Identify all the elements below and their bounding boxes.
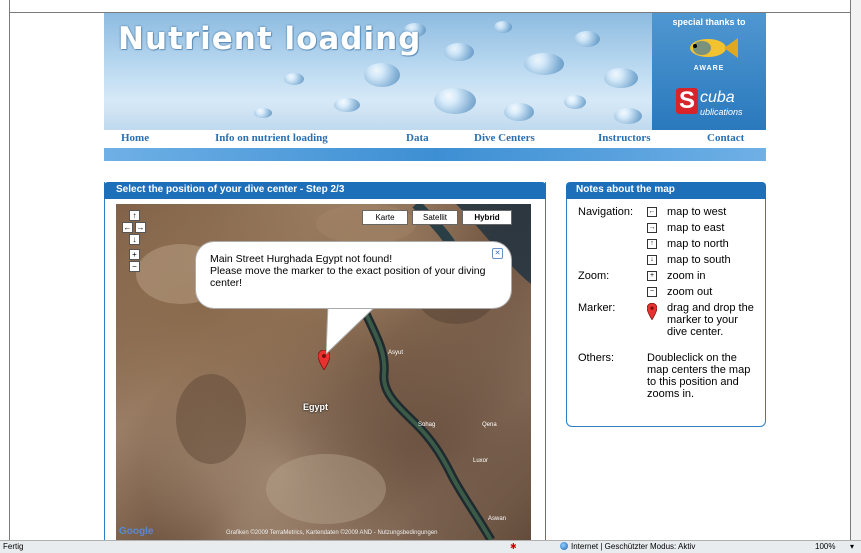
water-drop <box>494 21 512 33</box>
security-zone-text[interactable]: Internet | Geschützter Modus: Aktiv <box>571 542 695 551</box>
sponsor-box: special thanks to AWARE S cuba ublicatio… <box>652 13 766 130</box>
pan-south-icon[interactable]: ↓ <box>129 234 140 245</box>
nav-contact[interactable]: Contact <box>707 132 744 144</box>
nav-home[interactable]: Home <box>121 132 149 144</box>
note-map-west: map to west <box>667 206 727 218</box>
note-map-south: map to south <box>667 254 731 266</box>
notes-panel-header: Notes about the map <box>566 182 766 199</box>
water-drop <box>284 73 304 85</box>
zoom-in-icon[interactable]: + <box>129 249 140 260</box>
water-drop <box>604 68 638 88</box>
maptype-hybrid-button[interactable]: Hybrid <box>462 210 512 225</box>
note-zoom-out: zoom out <box>667 286 713 298</box>
others-label: Others: <box>578 352 615 364</box>
status-text: Fertig <box>3 542 24 551</box>
water-drop <box>434 88 476 114</box>
city-label: Aswan <box>488 516 507 522</box>
plus-icon: + <box>647 271 657 281</box>
infowindow-message: Main Street Hurghada Egypt not found! Pl… <box>210 253 486 289</box>
water-drop <box>254 108 272 118</box>
nav-instructors[interactable]: Instructors <box>598 132 651 144</box>
browser-status-bar: Fertig ✱ Internet | Geschützter Modus: A… <box>0 540 861 553</box>
zoom-level-text[interactable]: 100% <box>815 542 835 551</box>
map-panel-header: Select the position of your dive center … <box>104 182 546 199</box>
city-label: Asyut <box>388 350 404 356</box>
maptype-satellit-button[interactable]: Satellit <box>412 210 458 225</box>
note-others: Doubleclick on the map centers the map t… <box>647 352 751 400</box>
header-banner: Nutrient loading special thanks to AWARE… <box>104 13 766 130</box>
main-nav: Home Info on nutrient loading Data Dive … <box>104 130 766 148</box>
arrow-right-icon: → <box>647 223 657 233</box>
city-label: Sohag <box>418 422 436 428</box>
scuba-sub: ublications <box>700 107 743 117</box>
infowindow-tail <box>326 304 379 354</box>
nav-info-nutrient-loading[interactable]: Info on nutrient loading <box>215 132 328 144</box>
popup-blocker-icon[interactable]: ✱ <box>510 542 517 551</box>
site-title: Nutrient loading <box>118 21 422 57</box>
water-drop <box>564 95 586 109</box>
notes-panel: Navigation: ← map to west → map to east … <box>566 199 766 427</box>
close-icon[interactable]: ✕ <box>492 248 503 259</box>
city-label: Luxor <box>473 458 489 464</box>
pan-west-icon[interactable]: ← <box>122 222 133 233</box>
arrow-left-icon: ← <box>647 207 657 217</box>
zoom-dropdown-icon[interactable]: ▾ <box>850 542 854 551</box>
pan-north-icon[interactable]: ↑ <box>129 210 140 221</box>
zoom-label: Zoom: <box>578 270 610 282</box>
marker-label: Marker: <box>578 302 616 314</box>
water-drop <box>504 103 534 121</box>
internet-zone-icon <box>560 542 568 550</box>
note-map-north: map to north <box>667 238 729 250</box>
fish-logo-icon <box>690 38 738 58</box>
map-infowindow: Main Street Hurghada Egypt not found! Pl… <box>196 242 511 308</box>
water-drop <box>524 53 564 75</box>
google-logo[interactable]: Google <box>119 526 153 537</box>
nav-decoration-strip <box>104 148 766 161</box>
note-zoom-in: zoom in <box>667 270 706 282</box>
water-drop <box>334 98 360 112</box>
minus-icon: − <box>647 287 657 297</box>
scuba-s-mark: S <box>676 88 698 114</box>
maptype-karte-button[interactable]: Karte <box>362 210 408 225</box>
marker-pin-icon <box>647 303 657 320</box>
nav-data[interactable]: Data <box>406 132 429 144</box>
country-label: Egypt <box>303 402 329 412</box>
arrow-down-icon: ↓ <box>647 255 657 265</box>
map-panel-title: Select the position of your dive center … <box>116 184 345 195</box>
water-drop <box>364 63 400 87</box>
browser-frame-top <box>0 0 861 12</box>
browser-frame-left <box>0 0 10 540</box>
scuba-word: cuba <box>700 89 735 106</box>
thanks-label: special thanks to <box>672 17 746 27</box>
navigation-label: Navigation: <box>578 206 634 218</box>
pan-east-icon[interactable]: → <box>135 222 146 233</box>
nav-dive-centers[interactable]: Dive Centers <box>474 132 535 144</box>
scuba-publications-logo: S cuba ublications <box>676 86 756 122</box>
water-drop <box>574 31 600 47</box>
notes-panel-title: Notes about the map <box>576 184 675 195</box>
water-drop <box>444 43 474 61</box>
note-map-east: map to east <box>667 222 725 234</box>
zoom-out-icon[interactable]: − <box>129 261 140 272</box>
city-label: Qena <box>482 422 497 428</box>
arrow-up-icon: ↑ <box>647 239 657 249</box>
note-marker: drag and drop the marker to your dive ce… <box>667 302 754 338</box>
map-copyright[interactable]: Grafiken ©2009 TerraMetrics, Kartendaten… <box>226 530 438 536</box>
water-drop <box>614 108 642 124</box>
browser-scrollbar[interactable] <box>850 0 861 540</box>
aware-logo: AWARE <box>693 65 725 72</box>
